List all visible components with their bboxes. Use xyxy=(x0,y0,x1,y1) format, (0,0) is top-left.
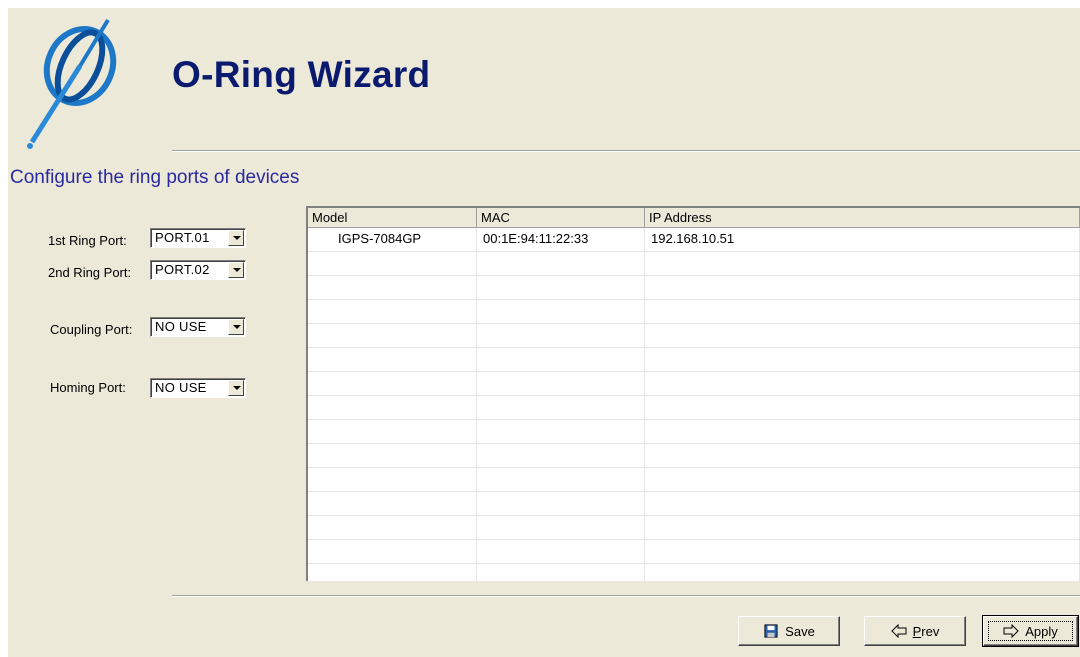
top-border xyxy=(0,0,1080,8)
chevron-down-icon[interactable] xyxy=(228,262,244,278)
empty-cell xyxy=(645,324,1080,348)
cell-ip: 192.168.10.51 xyxy=(645,228,1080,252)
empty-cell xyxy=(477,396,645,420)
second-ring-port-select[interactable]: PORT.02 xyxy=(150,260,246,280)
empty-cell xyxy=(308,348,477,372)
left-border xyxy=(0,0,8,657)
column-header-model[interactable]: Model xyxy=(308,208,477,228)
chevron-down-icon[interactable] xyxy=(228,319,244,335)
empty-cell xyxy=(645,252,1080,276)
empty-table-row xyxy=(308,492,1080,516)
column-header-mac[interactable]: MAC xyxy=(477,208,645,228)
empty-cell xyxy=(477,276,645,300)
second-ring-port-value: PORT.02 xyxy=(155,262,210,277)
empty-cell xyxy=(477,324,645,348)
empty-cell xyxy=(308,396,477,420)
empty-table-row xyxy=(308,564,1080,581)
coupling-port-value: NO USE xyxy=(155,319,207,334)
empty-cell xyxy=(645,516,1080,540)
save-button[interactable]: Save xyxy=(738,616,840,646)
prev-button[interactable]: Prev xyxy=(864,616,966,646)
empty-table-row xyxy=(308,420,1080,444)
wizard-title: O-Ring Wizard xyxy=(172,54,431,95)
empty-table-row xyxy=(308,252,1080,276)
empty-table-row xyxy=(308,516,1080,540)
empty-cell xyxy=(477,300,645,324)
empty-cell xyxy=(308,300,477,324)
empty-table-row xyxy=(308,372,1080,396)
table-row[interactable]: IGPS-7084GP 00:1E:94:11:22:33 192.168.10… xyxy=(308,228,1080,252)
empty-cell xyxy=(308,324,477,348)
cell-mac: 00:1E:94:11:22:33 xyxy=(477,228,645,252)
empty-cell xyxy=(477,444,645,468)
page-subtitle: Configure the ring ports of devices xyxy=(10,167,300,188)
empty-table-row xyxy=(308,540,1080,564)
empty-cell xyxy=(477,540,645,564)
empty-table-row xyxy=(308,300,1080,324)
focus-rectangle xyxy=(988,621,1073,641)
empty-cell xyxy=(308,516,477,540)
empty-cell xyxy=(308,564,477,581)
empty-cell xyxy=(645,564,1080,581)
coupling-port-select[interactable]: NO USE xyxy=(150,317,246,337)
apply-button[interactable]: Apply xyxy=(982,615,1079,647)
empty-cell xyxy=(645,540,1080,564)
empty-cell xyxy=(308,492,477,516)
empty-cell xyxy=(308,276,477,300)
prev-button-label: Prev xyxy=(912,623,940,639)
chevron-down-icon[interactable] xyxy=(228,380,244,396)
column-header-ip-address[interactable]: IP Address xyxy=(645,208,1080,228)
empty-cell xyxy=(645,372,1080,396)
homing-port-label: Homing Port: xyxy=(50,380,126,395)
floppy-disk-icon xyxy=(764,624,778,638)
empty-cell xyxy=(477,348,645,372)
empty-cell xyxy=(645,492,1080,516)
empty-cell xyxy=(477,492,645,516)
coupling-port-label: Coupling Port: xyxy=(50,322,133,337)
oring-logo-icon xyxy=(27,18,117,149)
empty-table-row xyxy=(308,324,1080,348)
empty-cell xyxy=(308,468,477,492)
empty-cell xyxy=(477,564,645,581)
arrow-right-icon xyxy=(1003,624,1019,638)
empty-cell xyxy=(645,396,1080,420)
chevron-down-icon[interactable] xyxy=(228,230,244,246)
empty-cell xyxy=(477,372,645,396)
homing-port-value: NO USE xyxy=(155,380,207,395)
empty-cell xyxy=(308,444,477,468)
empty-table-row xyxy=(308,468,1080,492)
second-ring-port-label: 2nd Ring Port: xyxy=(48,265,132,280)
empty-cell xyxy=(477,516,645,540)
empty-cell xyxy=(308,372,477,396)
empty-cell xyxy=(308,420,477,444)
empty-cell xyxy=(477,252,645,276)
empty-cell xyxy=(308,540,477,564)
empty-cell xyxy=(308,252,477,276)
empty-cell xyxy=(645,444,1080,468)
arrow-left-icon xyxy=(890,624,907,638)
first-ring-port-select[interactable]: PORT.01 xyxy=(150,228,246,248)
empty-cell xyxy=(477,468,645,492)
empty-cell xyxy=(645,468,1080,492)
device-table[interactable]: Model MAC IP Address IGPS-7084GP 00:1E:9… xyxy=(306,206,1080,581)
first-ring-port-label: 1st Ring Port: xyxy=(48,233,127,248)
empty-cell xyxy=(645,348,1080,372)
save-button-label: Save xyxy=(785,623,815,639)
empty-cell xyxy=(645,276,1080,300)
header-divider xyxy=(172,150,1080,152)
footer-divider xyxy=(172,595,1080,597)
table-header: Model MAC IP Address xyxy=(308,208,1080,228)
empty-table-row xyxy=(308,348,1080,372)
empty-table-row xyxy=(308,276,1080,300)
cell-model: IGPS-7084GP xyxy=(308,228,477,252)
empty-cell xyxy=(645,420,1080,444)
empty-table-row xyxy=(308,396,1080,420)
first-ring-port-value: PORT.01 xyxy=(155,230,210,245)
empty-table-row xyxy=(308,444,1080,468)
homing-port-select[interactable]: NO USE xyxy=(150,378,246,398)
empty-cell xyxy=(645,300,1080,324)
empty-cell xyxy=(477,420,645,444)
